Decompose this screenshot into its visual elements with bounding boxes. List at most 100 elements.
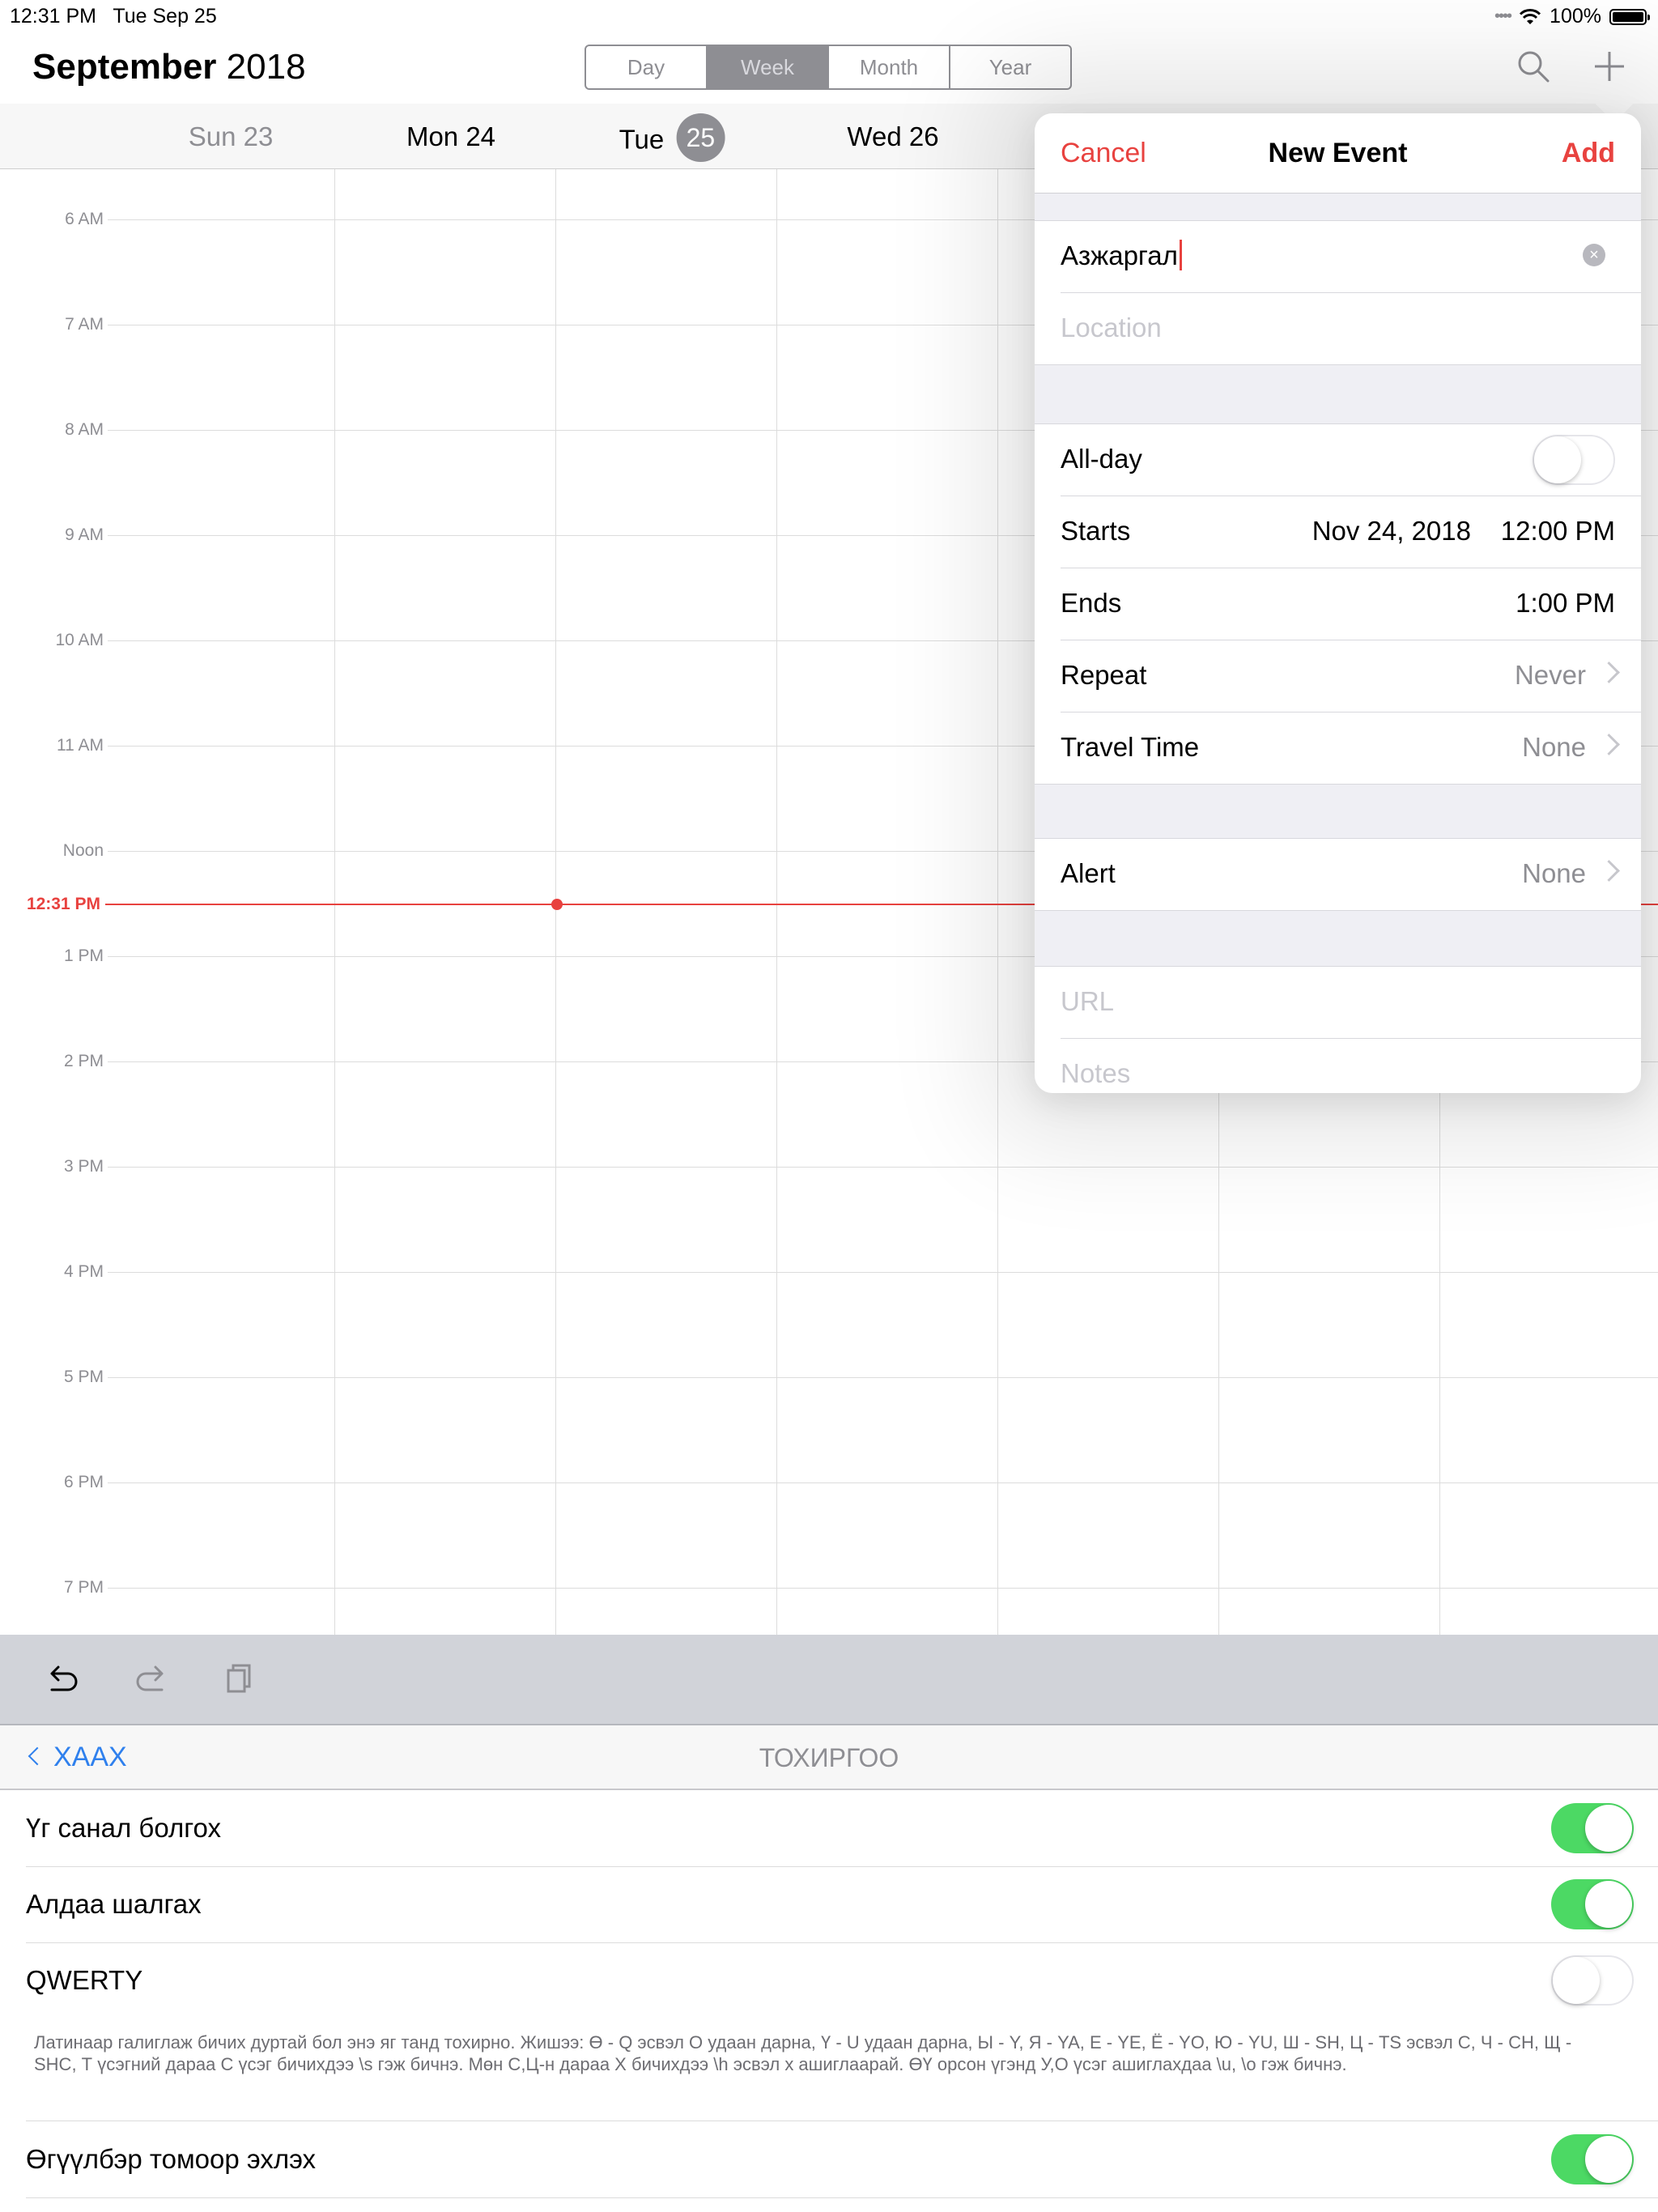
notes-field[interactable]: Notes	[1061, 1039, 1641, 1093]
toggle-knob	[1534, 436, 1581, 483]
undo-icon[interactable]	[42, 1659, 84, 1701]
setting-row-autocapitalize: Өгүүлбэр томоор эхлэх	[26, 2121, 1658, 2198]
popover-title: New Event	[1268, 138, 1408, 168]
url-placeholder: URL	[1061, 986, 1115, 1016]
ends-label: Ends	[1061, 588, 1122, 618]
settings-nav-bar: ХААХ ТОХИРГОО	[0, 1725, 1658, 1790]
hour-line	[108, 1377, 1658, 1378]
hour-label: 6 PM	[63, 1473, 104, 1491]
tab-week[interactable]: Week	[708, 46, 829, 88]
today-badge: 25	[676, 113, 725, 162]
location-placeholder: Location	[1061, 313, 1162, 342]
status-time: 12:31 PM	[10, 5, 97, 28]
event-title-value: Азжаргал	[1061, 240, 1182, 271]
add-button[interactable]: Add	[1562, 138, 1615, 169]
starts-row[interactable]: Starts Nov 24, 2018 12:00 PM	[1061, 496, 1641, 568]
allday-row: All-day	[1061, 424, 1641, 496]
ends-row[interactable]: Ends 1:00 PM	[1061, 568, 1641, 640]
travel-time-label: Travel Time	[1061, 732, 1200, 762]
signal-dots-icon: ••••	[1494, 7, 1512, 25]
chevron-right-icon	[1598, 734, 1620, 755]
setting-row-spellcheck: Алдаа шалгах	[26, 1866, 1658, 1943]
starts-date: Nov 24, 2018	[1312, 516, 1471, 546]
hour-label: 4 PM	[63, 1262, 104, 1281]
hour-label: 1 PM	[63, 946, 104, 965]
hour-line	[108, 1167, 1658, 1168]
alert-label: Alert	[1061, 858, 1116, 888]
spellcheck-toggle[interactable]	[1551, 1879, 1634, 1929]
month-title: September 2018	[32, 47, 306, 87]
qwerty-toggle[interactable]	[1551, 1955, 1634, 2006]
notes-placeholder: Notes	[1061, 1058, 1131, 1088]
hour-label: 8 AM	[65, 420, 104, 439]
alert-group: Alert None	[1035, 838, 1641, 911]
hour-line	[108, 1588, 1658, 1589]
status-bar: 12:31 PM Tue Sep 25 •••• 100%	[0, 0, 1658, 32]
day-header-tue-label: Tue	[619, 124, 665, 155]
travel-time-row[interactable]: Travel Time None	[1061, 713, 1641, 784]
wifi-icon	[1519, 8, 1541, 24]
status-time-date: 12:31 PM Tue Sep 25	[10, 5, 217, 28]
toggle-knob	[1585, 1805, 1632, 1852]
hour-label: 3 PM	[63, 1157, 104, 1176]
alert-value: None	[1522, 858, 1586, 888]
hour-label: 7 PM	[63, 1578, 104, 1597]
redo-icon[interactable]	[130, 1659, 172, 1701]
hour-line	[108, 1272, 1658, 1273]
paste-icon[interactable]	[217, 1659, 259, 1701]
url-field[interactable]: URL	[1061, 967, 1641, 1039]
day-header-sun[interactable]: Sun 23	[189, 121, 274, 152]
day-divider	[334, 169, 335, 1635]
day-header-tue[interactable]: Tue 25	[619, 113, 725, 162]
suggestions-toggle[interactable]	[1551, 1803, 1634, 1853]
repeat-row[interactable]: Repeat Never	[1061, 640, 1641, 713]
toggle-knob	[1585, 1881, 1632, 1928]
battery-icon	[1609, 8, 1650, 25]
hour-label: Noon	[62, 841, 104, 860]
alert-row[interactable]: Alert None	[1061, 839, 1641, 910]
hour-label: 11 AM	[57, 736, 104, 755]
location-field[interactable]: Location	[1061, 293, 1641, 364]
title-location-group: Азжаргал × Location	[1035, 220, 1641, 365]
day-divider	[776, 169, 777, 1635]
keyboard-shortcut-bar	[0, 1635, 1658, 1725]
hour-label: 2 PM	[63, 1052, 104, 1070]
toggle-knob	[1553, 1957, 1600, 2004]
hour-label: 10 AM	[55, 631, 104, 649]
qwerty-description: Латинаар галиглаж бичих дуртай бол энэ я…	[34, 2032, 1572, 2074]
time-group: All-day Starts Nov 24, 2018 12:00 PM End…	[1035, 423, 1641, 785]
event-title-field[interactable]: Азжаргал ×	[1061, 221, 1641, 293]
status-right: •••• 100%	[1494, 5, 1650, 28]
setting-label: Алдаа шалгах	[26, 1889, 202, 1919]
chevron-right-icon	[1598, 661, 1620, 683]
day-header-wed[interactable]: Wed 26	[847, 121, 938, 152]
popover-nav-bar: Cancel New Event Add	[1035, 113, 1641, 194]
ends-time: 1:00 PM	[1516, 588, 1615, 618]
tab-day[interactable]: Day	[586, 46, 708, 88]
setting-label: QWERTY	[26, 1965, 143, 1995]
travel-time-value: None	[1522, 732, 1586, 762]
starts-label: Starts	[1061, 516, 1131, 546]
new-event-popover: Cancel New Event Add Азжаргал × Location…	[1035, 113, 1641, 1093]
text-cursor	[1179, 240, 1182, 271]
hour-label: 5 PM	[63, 1368, 104, 1386]
hour-line	[108, 1482, 1658, 1483]
day-header-mon[interactable]: Mon 24	[406, 121, 495, 152]
search-icon[interactable]	[1516, 49, 1551, 84]
year-name: 2018	[226, 47, 306, 87]
chevron-right-icon	[1598, 860, 1620, 882]
hour-label: 6 AM	[65, 210, 104, 228]
tab-year[interactable]: Year	[950, 46, 1070, 88]
setting-label: Өгүүлбэр томоор эхлэх	[26, 2144, 317, 2174]
autocapitalize-toggle[interactable]	[1551, 2134, 1634, 2184]
url-notes-group: URL Notes	[1035, 966, 1641, 1093]
allday-toggle[interactable]	[1533, 435, 1615, 485]
add-icon[interactable]	[1592, 49, 1627, 84]
repeat-label: Repeat	[1061, 660, 1147, 690]
clear-text-icon[interactable]: ×	[1583, 244, 1605, 266]
tab-month[interactable]: Month	[829, 46, 950, 88]
settings-title: ТОХИРГОО	[759, 1743, 899, 1772]
day-divider	[997, 169, 998, 1635]
setting-row-suggestions: Үг санал болгох	[26, 1790, 1658, 1867]
toggle-knob	[1585, 2136, 1632, 2183]
